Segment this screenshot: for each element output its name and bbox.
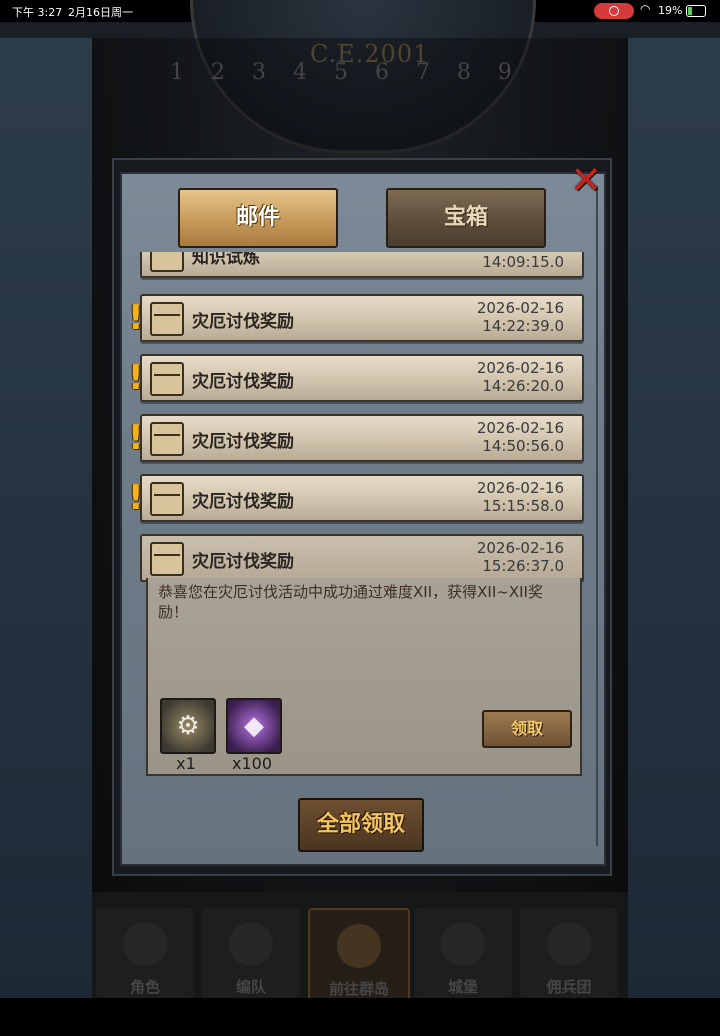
battery-percent: 19% xyxy=(658,4,683,17)
mail-time: 15:26:37.0 xyxy=(482,557,564,575)
mail-item-selected[interactable]: 灾厄讨伐奖励 2026-02-16 15:26:37.0 xyxy=(140,534,584,582)
purple-crystal-icon: ◆ xyxy=(244,711,264,741)
mail-date: 2026-02-16 xyxy=(476,299,564,317)
mail-date: 2026-02-16 xyxy=(476,359,564,377)
mail-time: 14:09:15.0 xyxy=(482,253,564,271)
bottom-letterbox xyxy=(0,998,720,1036)
unread-alert-icon: ! xyxy=(128,418,144,458)
mail-box-icon xyxy=(150,542,184,576)
mail-item[interactable]: 灾厄讨伐奖励 2026-02-16 15:15:58.0 xyxy=(140,474,584,522)
close-button[interactable]: ✕ xyxy=(566,160,606,200)
tab-chest[interactable]: 宝箱 xyxy=(386,188,546,248)
mail-time: 14:22:39.0 xyxy=(482,317,564,335)
status-date: 2月16日周一 xyxy=(68,6,133,19)
battery-icon xyxy=(686,5,706,17)
mail-title: 知识试炼 xyxy=(192,252,260,268)
reward-count: x1 xyxy=(176,754,196,773)
claim-all-button[interactable]: 全部领取 xyxy=(298,798,424,852)
side-panel-left xyxy=(0,38,92,998)
mail-box-icon xyxy=(150,422,184,456)
modal-edge xyxy=(596,186,598,846)
wifi-icon: ◠ xyxy=(640,2,651,16)
mail-item[interactable]: 灾厄讨伐奖励 2026-02-16 14:22:39.0 xyxy=(140,294,584,342)
mail-list[interactable]: 知识试炼 14:09:15.0 灾厄讨伐奖励 2026-02-16 14:22:… xyxy=(128,252,588,582)
mail-date: 2026-02-16 xyxy=(476,479,564,497)
gear-emblem-icon: ⚙ xyxy=(176,711,200,741)
mail-item[interactable]: 灾厄讨伐奖励 2026-02-16 14:26:20.0 xyxy=(140,354,584,402)
mail-time: 14:50:56.0 xyxy=(482,437,564,455)
reward-count: x100 xyxy=(231,754,272,773)
mail-time: 15:15:58.0 xyxy=(482,497,564,515)
mail-date: 2026-02-16 xyxy=(476,419,564,437)
mail-title: 灾厄讨伐奖励 xyxy=(192,372,294,392)
mail-title: 灾厄讨伐奖励 xyxy=(192,432,294,452)
mail-time: 14:26:20.0 xyxy=(482,377,564,395)
mail-box-icon xyxy=(150,362,184,396)
claim-button[interactable]: 领取 xyxy=(482,710,572,748)
mail-box-icon xyxy=(150,302,184,336)
reward-item[interactable]: ⚙ xyxy=(160,698,216,754)
status-time: 下午 3:27 xyxy=(12,6,63,19)
mail-box-icon xyxy=(150,482,184,516)
mail-detail-panel: 恭喜您在灾厄讨伐活动中成功通过难度XII，获得XII~XII奖励！ ⚙ x1 ◆… xyxy=(146,578,582,776)
mail-item[interactable]: 灾厄讨伐奖励 2026-02-16 14:50:56.0 xyxy=(140,414,584,462)
mail-message: 恭喜您在灾厄讨伐活动中成功通过难度XII，获得XII~XII奖励！ xyxy=(158,583,543,621)
mail-item[interactable]: 知识试炼 14:09:15.0 xyxy=(140,252,584,278)
unread-alert-icon: ! xyxy=(128,478,144,518)
mail-title: 灾厄讨伐奖励 xyxy=(192,552,294,572)
tab-mail[interactable]: 邮件 xyxy=(178,188,338,248)
unread-alert-icon: ! xyxy=(128,358,144,398)
mail-date: 2026-02-16 xyxy=(476,539,564,557)
mail-title: 灾厄讨伐奖励 xyxy=(192,492,294,512)
mail-box-icon xyxy=(150,252,184,272)
close-icon: ✕ xyxy=(570,158,602,202)
mail-title: 灾厄讨伐奖励 xyxy=(192,312,294,332)
unread-alert-icon: ! xyxy=(128,298,144,338)
side-panel-right xyxy=(628,38,720,998)
reward-item[interactable]: ◆ xyxy=(226,698,282,754)
screen-record-icon[interactable] xyxy=(594,3,634,19)
